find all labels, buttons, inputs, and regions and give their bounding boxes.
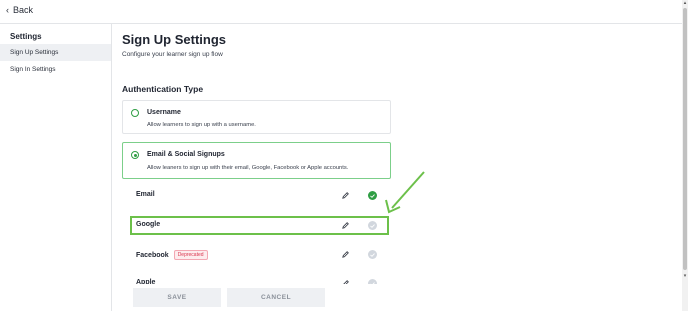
top-bar: ‹ Back [0, 0, 688, 24]
footer-actions: SAVE CANCEL [112, 284, 682, 311]
provider-label: Facebook Deprecated [136, 250, 208, 260]
sidebar-item-label: Sign In Settings [10, 66, 56, 73]
option-description: Allow leaners to sign up with their emai… [147, 165, 349, 171]
provider-name: Google [136, 221, 161, 228]
provider-row-facebook: Facebook Deprecated [136, 245, 382, 265]
scroll-down-arrow-icon[interactable]: ▾ [682, 273, 688, 279]
option-title: Username [147, 109, 181, 116]
option-title: Email & Social Signups [147, 151, 225, 158]
back-label: Back [13, 5, 34, 15]
chevron-left-icon: ‹ [6, 5, 9, 15]
back-button[interactable]: ‹ Back [6, 5, 33, 15]
page-title: Sign Up Settings [122, 32, 226, 47]
sidebar-item-sign-up-settings[interactable]: Sign Up Settings [0, 44, 111, 61]
pencil-icon[interactable] [341, 191, 350, 200]
sidebar-item-sign-in-settings[interactable]: Sign In Settings [0, 61, 111, 78]
section-title: Authentication Type [122, 84, 204, 94]
option-description: Allow learners to sign up with a usernam… [147, 122, 256, 128]
main-content: Sign Up Settings Configure your learner … [112, 24, 682, 311]
provider-row-google: Google [136, 216, 382, 236]
pencil-icon[interactable] [341, 221, 350, 230]
scrollbar[interactable]: ▴ ▾ [682, 0, 688, 311]
disabled-check-icon[interactable] [368, 221, 377, 230]
provider-label: Google [136, 221, 160, 228]
disabled-check-icon[interactable] [368, 250, 377, 259]
radio-email-social[interactable] [131, 151, 139, 159]
provider-name: Email [136, 191, 155, 198]
radio-username[interactable] [131, 109, 139, 117]
cancel-button[interactable]: CANCEL [227, 288, 325, 307]
auth-option-username[interactable]: Username Allow learners to sign up with … [122, 100, 391, 134]
provider-row-email: Email [136, 186, 382, 206]
auth-option-email-social[interactable]: Email & Social Signups Allow leaners to … [122, 142, 391, 179]
scroll-up-arrow-icon[interactable]: ▴ [682, 0, 688, 6]
sidebar-item-label: Sign Up Settings [10, 49, 59, 56]
provider-label: Email [136, 191, 155, 198]
sidebar: Settings Sign Up Settings Sign In Settin… [0, 24, 112, 311]
pencil-icon[interactable] [341, 250, 350, 259]
deprecated-badge: Deprecated [173, 250, 208, 260]
scroll-thumb[interactable] [683, 8, 687, 270]
page-subtitle: Configure your learner sign up flow [122, 51, 223, 58]
provider-name: Facebook [136, 251, 169, 259]
save-button[interactable]: SAVE [133, 288, 221, 307]
enabled-check-icon[interactable] [368, 191, 377, 200]
sidebar-title: Settings [10, 32, 42, 41]
